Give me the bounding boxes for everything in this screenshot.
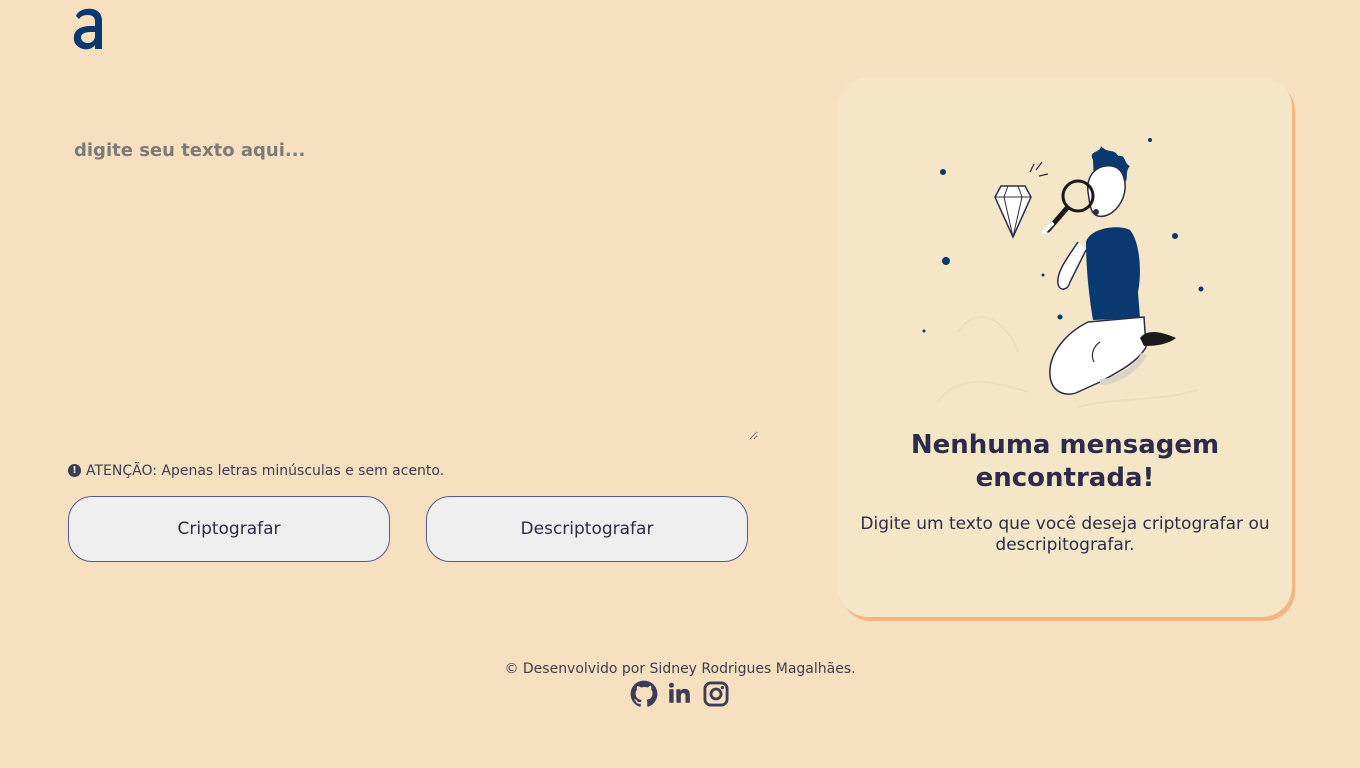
output-panel: Nenhuma mensagem encontrada! Digite um t… [838, 77, 1292, 617]
footer-credit: © Desenvolvido por Sidney Rodrigues Maga… [504, 661, 856, 677]
github-icon[interactable] [630, 680, 658, 708]
linkedin-icon[interactable] [666, 680, 694, 708]
social-links [630, 679, 730, 709]
text-input-container [68, 132, 758, 440]
message-textarea[interactable] [68, 132, 758, 440]
person-with-magnifying-glass-illustration [922, 138, 1204, 408]
empty-state-text: Digite um texto que você deseja criptogr… [860, 514, 1270, 555]
encrypt-button[interactable]: Criptografar [68, 496, 390, 562]
warning-text: ATENÇÃO: Apenas letras minúsculas e sem … [86, 463, 445, 479]
empty-state-title: Nenhuma mensagem encontrada! [910, 430, 1220, 493]
page: ! ATENÇÃO: Apenas letras minúsculas e se… [0, 0, 1360, 768]
decrypt-button[interactable]: Descriptografar [426, 496, 748, 562]
warning-notice: ! ATENÇÃO: Apenas letras minúsculas e se… [68, 463, 444, 479]
exclamation-circle-icon: ! [68, 463, 81, 477]
alura-a-logo-icon[interactable] [72, 6, 104, 52]
instagram-icon[interactable] [702, 680, 730, 708]
